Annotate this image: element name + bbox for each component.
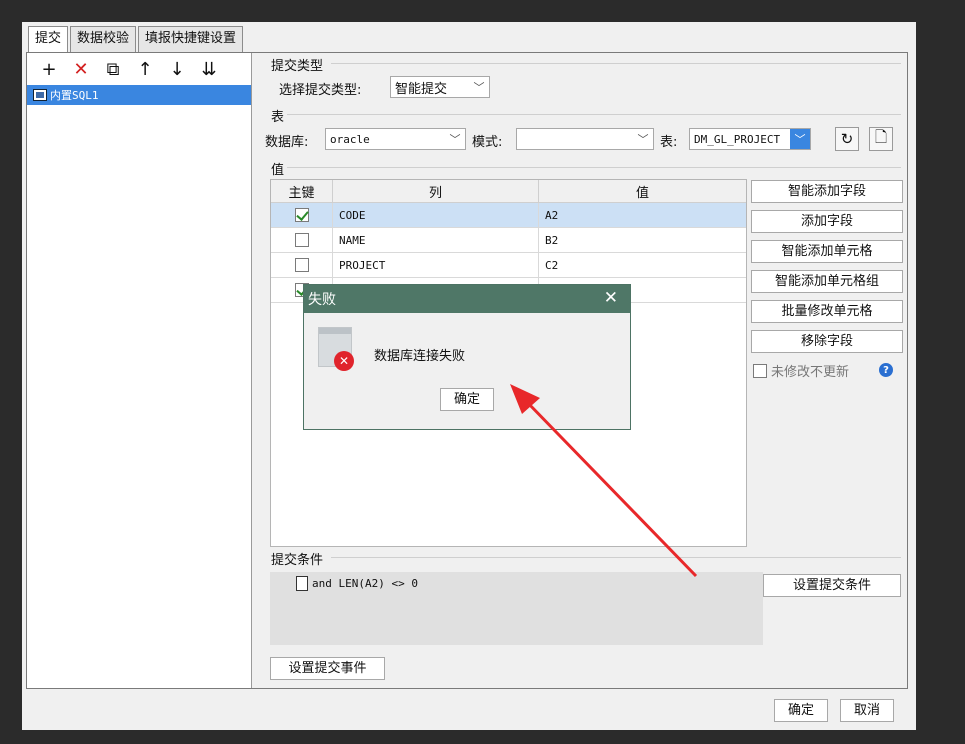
annotation-arrow [510,384,698,578]
arrow-shaft [524,399,698,578]
